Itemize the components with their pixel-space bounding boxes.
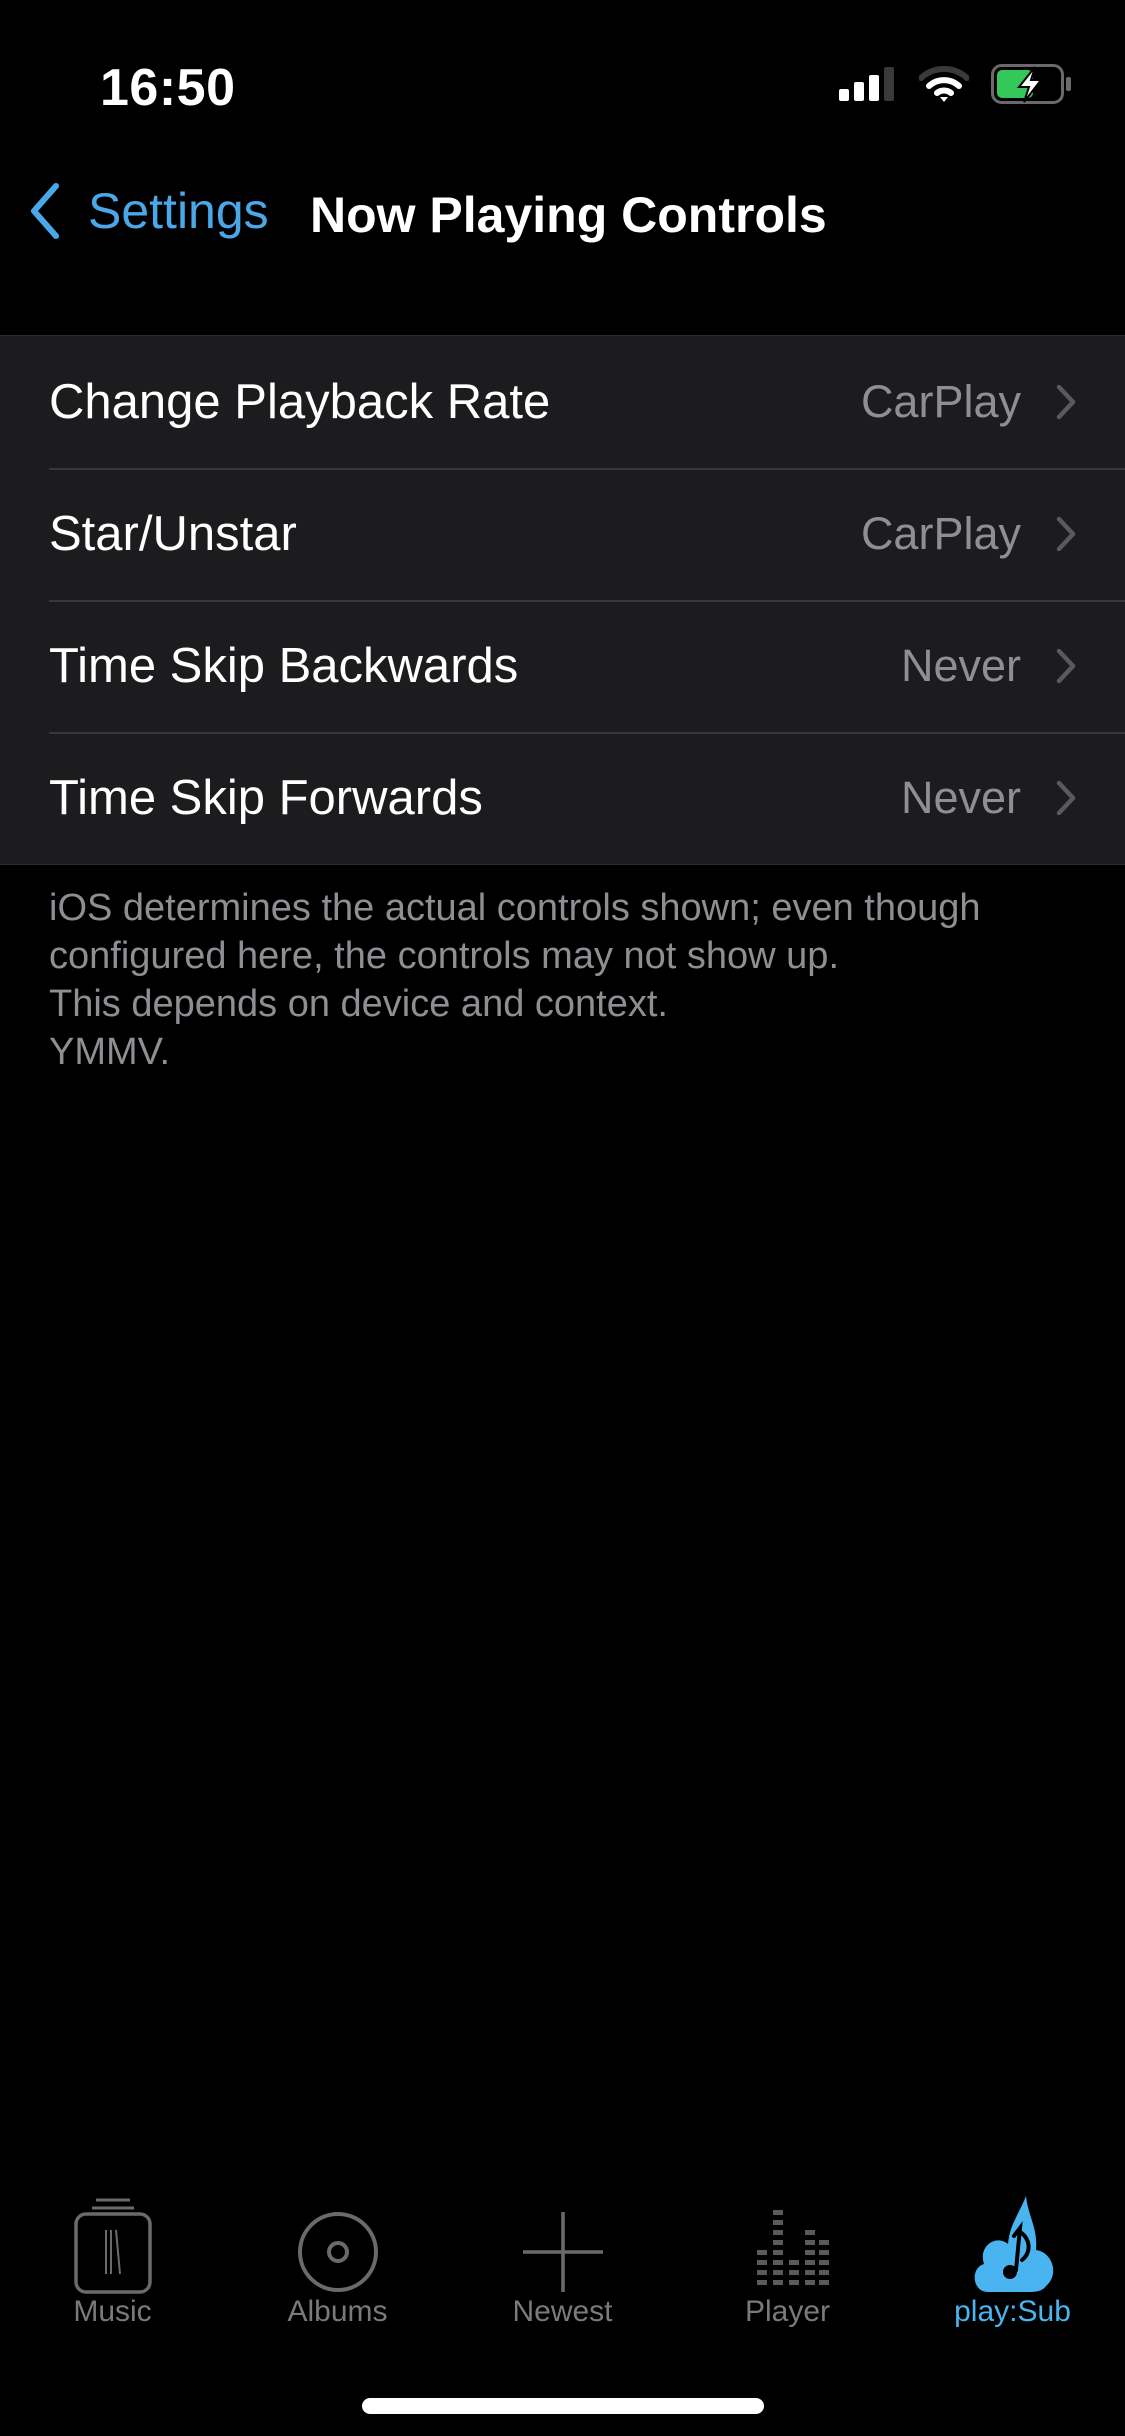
tab-label: Newest bbox=[512, 2295, 613, 2328]
chevron-right-icon bbox=[1056, 384, 1076, 420]
tab-player[interactable]: Player bbox=[675, 2180, 900, 2340]
equalizer-icon bbox=[756, 2210, 829, 2285]
setting-row-time-skip-backwards[interactable]: Time Skip Backwards Never bbox=[0, 600, 1125, 732]
footer-line: YMMV. bbox=[49, 1031, 171, 1073]
row-label: Time Skip Backwards bbox=[49, 639, 519, 693]
setting-row-star-unstar[interactable]: Star/Unstar CarPlay bbox=[0, 468, 1125, 600]
row-value: CarPlay bbox=[860, 508, 1021, 559]
tab-label: Music bbox=[73, 2295, 152, 2328]
footer-line: This depends on device and context. bbox=[49, 983, 668, 1025]
setting-row-time-skip-forwards[interactable]: Time Skip Forwards Never bbox=[0, 732, 1125, 864]
status-time: 16:50 bbox=[100, 59, 236, 117]
row-value: Never bbox=[900, 640, 1021, 691]
chevron-right-icon bbox=[1056, 648, 1076, 684]
row-label: Star/Unstar bbox=[49, 507, 297, 561]
home-indicator[interactable] bbox=[362, 2398, 764, 2414]
chevron-right-icon bbox=[1056, 516, 1076, 552]
battery-charging-icon bbox=[991, 64, 1071, 104]
row-label: Time Skip Forwards bbox=[49, 771, 483, 825]
status-icons bbox=[839, 64, 1073, 104]
navigation-bar: Settings Now Playing Controls bbox=[0, 170, 1125, 270]
wifi-icon bbox=[919, 66, 969, 102]
tab-label: play:Sub bbox=[954, 2295, 1071, 2328]
settings-group: Change Playback Rate CarPlay Star/Unstar… bbox=[0, 335, 1125, 865]
status-bar: 16:50 bbox=[0, 0, 1125, 140]
tab-albums[interactable]: Albums bbox=[225, 2180, 450, 2340]
tab-music[interactable]: Music bbox=[0, 2180, 225, 2340]
music-jar-icon bbox=[73, 2198, 152, 2294]
disc-icon bbox=[297, 2212, 378, 2292]
footer-line: iOS determines the actual controls shown… bbox=[49, 887, 981, 929]
back-button[interactable]: Settings bbox=[26, 182, 269, 240]
footer-line: configured here, the controls may not sh… bbox=[49, 935, 840, 977]
row-value: CarPlay bbox=[860, 376, 1021, 427]
tab-label: Player bbox=[744, 2295, 831, 2328]
row-label: Change Playback Rate bbox=[49, 375, 551, 429]
row-value: Never bbox=[900, 772, 1021, 823]
playsub-cloud-note-icon bbox=[974, 2196, 1053, 2292]
plus-icon bbox=[522, 2212, 603, 2292]
setting-row-change-playback-rate[interactable]: Change Playback Rate CarPlay bbox=[0, 336, 1125, 468]
chevron-right-icon bbox=[1056, 780, 1076, 816]
tab-bar: Music Albums Newest Player play:Sub bbox=[0, 2180, 1125, 2340]
chevron-left-icon bbox=[31, 183, 59, 239]
back-label: Settings bbox=[88, 183, 269, 239]
tab-playsub[interactable]: play:Sub bbox=[900, 2180, 1125, 2340]
tab-label: Albums bbox=[287, 2295, 388, 2328]
tab-newest[interactable]: Newest bbox=[450, 2180, 675, 2340]
cellular-signal-icon bbox=[839, 67, 894, 101]
page-title: Now Playing Controls bbox=[310, 187, 827, 243]
settings-footer-note: iOS determines the actual controls shown… bbox=[49, 884, 1079, 1076]
